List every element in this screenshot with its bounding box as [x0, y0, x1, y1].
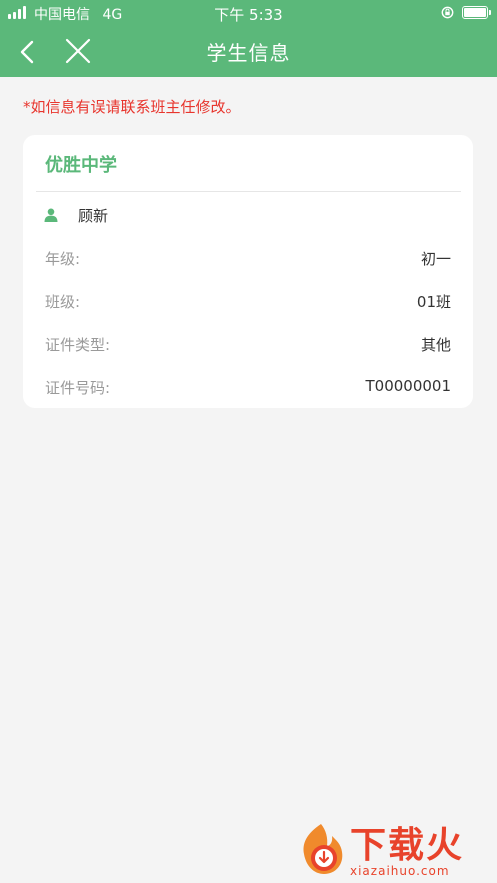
info-value: 01班: [416, 293, 451, 311]
student-info-card: 优胜中学 顾新 年级: 初一 班级: 01班 证件类型: 其他 证件号码: T0…: [23, 135, 473, 408]
info-label: 年级:: [45, 250, 81, 268]
battery-icon: [462, 6, 491, 19]
info-value: T00000001: [365, 377, 451, 395]
correction-notice: *如信息有误请联系班主任修改。: [23, 98, 241, 116]
rotation-lock-icon: [441, 6, 454, 19]
watermark-url: xiazaihuo.com: [350, 864, 450, 878]
info-label: 证件号码:: [45, 379, 111, 397]
card-divider: [36, 191, 461, 192]
page-title: 学生信息: [206, 41, 291, 65]
info-row-class: 班级: 01班: [45, 291, 451, 313]
info-label: 班级:: [45, 293, 81, 311]
student-name: 顾新: [78, 207, 109, 225]
person-icon: [44, 208, 58, 222]
school-name: 优胜中学: [45, 155, 117, 176]
watermark-logo: 下载火 xiazaihuo.com: [292, 816, 496, 882]
info-value: 初一: [420, 250, 451, 268]
flame-download-icon: [303, 824, 343, 874]
nav-bar: 学生信息: [0, 26, 497, 77]
watermark-text: 下载火: [350, 825, 465, 866]
header-bar: 中国电信 4G 下午 5:33 学生信息: [0, 0, 497, 77]
info-row-id-type: 证件类型: 其他: [45, 334, 451, 356]
info-row-id-number: 证件号码: T00000001: [45, 377, 451, 399]
status-bar: 中国电信 4G 下午 5:33: [0, 0, 497, 26]
info-row-grade: 年级: 初一: [45, 248, 451, 270]
info-value: 其他: [420, 336, 451, 354]
info-label: 证件类型:: [45, 336, 111, 354]
status-time: 下午 5:33: [214, 6, 283, 24]
